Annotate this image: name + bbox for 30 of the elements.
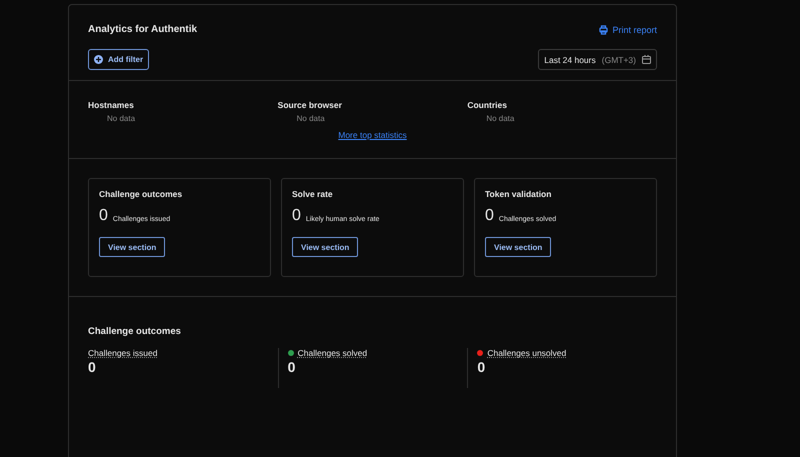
page-title: Analytics for Authentik <box>88 24 198 35</box>
add-filter-button[interactable]: Add filter <box>88 49 150 70</box>
stat-heading: Source browser <box>278 100 343 110</box>
more-statistics-link[interactable]: More top statistics <box>338 130 407 140</box>
metric-value: 0 <box>288 359 296 375</box>
printer-icon <box>599 24 608 34</box>
plus-circle-icon <box>94 55 103 64</box>
metric-label: Challenges issued <box>88 348 158 358</box>
card-value: 0 <box>292 208 301 224</box>
view-section-button[interactable]: View section <box>99 237 166 257</box>
section-title: Challenge outcomes <box>88 326 182 337</box>
time-range-picker[interactable]: Last 24 hours (GMT+3) <box>538 49 657 70</box>
metric-value: 0 <box>477 359 486 375</box>
calendar-icon <box>642 55 651 64</box>
view-section-button[interactable]: View section <box>292 237 358 257</box>
card-title: Solve rate <box>292 189 334 199</box>
no-data-text: No data <box>486 114 516 123</box>
print-report-link[interactable]: Print report <box>599 24 657 34</box>
card-title: Challenge outcomes <box>99 189 184 199</box>
metric-value: 0 <box>88 359 97 375</box>
card-title: Token validation <box>485 189 552 199</box>
metric-label: Challenges unsolved <box>487 348 566 358</box>
card-value: 0 <box>485 208 494 224</box>
no-data-text: No data <box>296 114 326 123</box>
view-section-button[interactable]: View section <box>485 237 552 257</box>
stat-heading: Countries <box>467 100 508 110</box>
metric-label: Challenges solved <box>298 348 368 358</box>
stat-heading: Hostnames <box>88 100 135 110</box>
card-value: 0 <box>99 208 108 224</box>
no-data-text: No data <box>107 114 136 123</box>
